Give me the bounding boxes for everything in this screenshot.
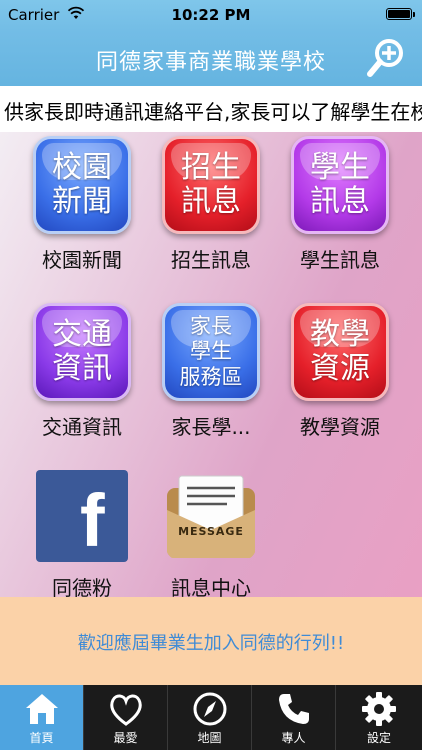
menu-grid: 校園 新聞 校園新聞 招生 訊息 招生訊息 學生 訊息 學生訊息 交通 資訊 交… xyxy=(0,132,422,597)
tile-icon-text: 招生 訊息 xyxy=(181,149,241,219)
news-marquee: 供家長即時通訊連絡平台,家長可以了解學生在校 xyxy=(0,86,422,133)
tile-label: 教學資源 xyxy=(300,415,380,439)
compass-icon xyxy=(193,692,226,726)
admission-info-icon: 招生 訊息 xyxy=(162,136,260,234)
tile-label: 校園新聞 xyxy=(42,248,122,272)
tab-map[interactable]: 地圖 xyxy=(168,685,252,750)
tile-facebook-fans[interactable]: f 同德粉 xyxy=(26,470,138,597)
tab-label: 設定 xyxy=(366,731,391,745)
tile-icon-text: MESSAGE xyxy=(178,525,244,538)
welcome-banner: 歡迎應屆畢業生加入同德的行列!! xyxy=(0,597,422,685)
tile-icon-text: f xyxy=(80,479,105,562)
teaching-resources-icon: 教學 資源 xyxy=(291,303,389,401)
tile-transport-info[interactable]: 交通 資訊 交通資訊 xyxy=(26,303,138,440)
banner-text: 歡迎應屆畢業生加入同德的行列!! xyxy=(77,633,345,654)
campus-news-icon: 校園 新聞 xyxy=(33,136,131,234)
tile-admission-info[interactable]: 招生 訊息 招生訊息 xyxy=(155,136,267,273)
tab-label: 首頁 xyxy=(29,731,54,745)
tab-contact[interactable]: 專人 xyxy=(252,685,336,750)
tab-favorites[interactable]: 最愛 xyxy=(84,685,168,750)
tab-label: 最愛 xyxy=(113,731,138,745)
status-bar: Carrier 10:22 PM xyxy=(0,0,422,30)
heart-icon xyxy=(109,694,142,726)
tile-label: 家長學... xyxy=(171,415,251,439)
tile-icon-text: 學生 訊息 xyxy=(310,149,370,219)
message-envelope-icon: MESSAGE xyxy=(165,470,257,562)
zoom-in-search-icon[interactable] xyxy=(364,36,408,80)
parent-student-service-icon: 家長 學生 服務區 xyxy=(162,303,260,401)
tab-label: 專人 xyxy=(281,731,306,745)
tile-parent-student-service[interactable]: 家長 學生 服務區 家長學... xyxy=(155,303,267,440)
transport-info-icon: 交通 資訊 xyxy=(33,303,131,401)
tile-message-center[interactable]: MESSAGE 訊息中心 xyxy=(155,470,267,597)
battery-icon xyxy=(386,8,415,20)
tile-label: 訊息中心 xyxy=(171,576,251,597)
tab-settings[interactable]: 設定 xyxy=(336,685,422,750)
tab-home[interactable]: 首頁 xyxy=(0,685,84,750)
gear-icon xyxy=(362,692,396,726)
tile-icon-text: 交通 資訊 xyxy=(52,316,112,386)
phone-icon xyxy=(278,694,309,724)
marquee-text: 供家長即時通訊連絡平台,家長可以了解學生在校 xyxy=(4,100,422,124)
student-info-icon: 學生 訊息 xyxy=(291,136,389,234)
tile-icon-text: 校園 新聞 xyxy=(52,149,112,219)
clock: 10:22 PM xyxy=(171,6,251,24)
facebook-icon: f xyxy=(36,470,128,562)
tab-label: 地圖 xyxy=(197,731,222,745)
tile-student-info[interactable]: 學生 訊息 學生訊息 xyxy=(284,136,396,273)
tile-label: 招生訊息 xyxy=(171,248,251,272)
tile-label: 同德粉 xyxy=(52,576,112,597)
tile-label: 學生訊息 xyxy=(300,248,380,272)
tile-icon-text: 家長 學生 服務區 xyxy=(179,314,243,389)
home-icon xyxy=(25,694,58,724)
tile-icon-text: 教學 資源 xyxy=(310,316,370,386)
tile-campus-news[interactable]: 校園 新聞 校園新聞 xyxy=(26,136,138,273)
page-title: 同德家事商業職業學校 xyxy=(95,50,326,75)
tile-label: 交通資訊 xyxy=(42,415,122,439)
tab-bar: 首頁 最愛 地圖 專人 設定 xyxy=(0,685,422,750)
tile-teaching-resources[interactable]: 教學 資源 教學資源 xyxy=(284,303,396,440)
app-header: 同德家事商業職業學校 xyxy=(0,30,422,86)
